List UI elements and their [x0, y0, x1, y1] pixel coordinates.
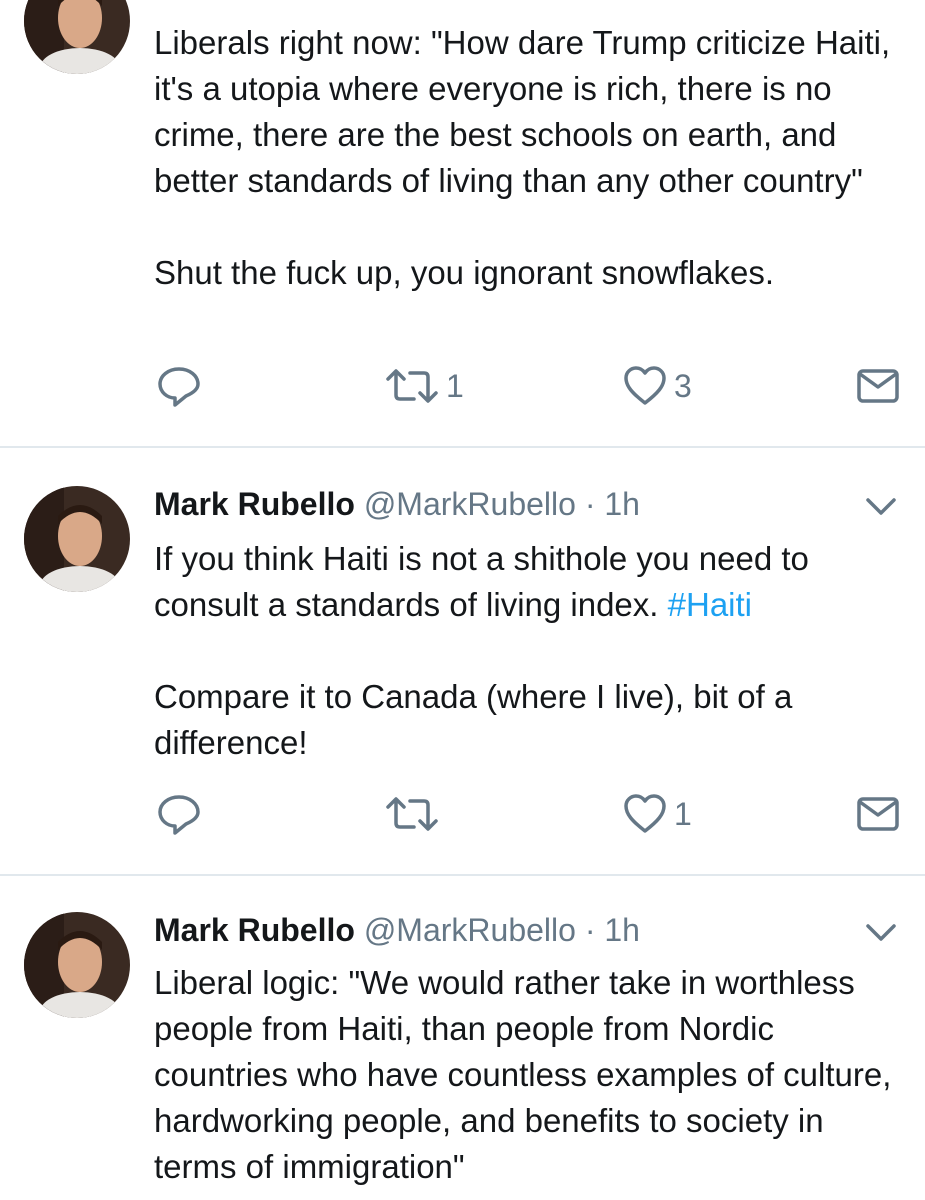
tweet-paragraph: Liberal logic: "We would rather take in … — [154, 964, 892, 1185]
tweet-2[interactable]: Mark Rubello @MarkRubello · 1h If you th… — [0, 448, 925, 876]
display-name[interactable]: Mark Rubello — [154, 486, 355, 522]
tweet-header: Mark Rubello @MarkRubello · 1h — [154, 910, 640, 950]
retweet-icon — [386, 797, 438, 831]
envelope-icon — [857, 797, 899, 831]
like-button[interactable]: 1 — [622, 784, 692, 844]
direct-message-button[interactable] — [856, 356, 900, 416]
like-button[interactable]: 3 — [622, 356, 692, 416]
tweet-actions: 1 — [0, 784, 925, 844]
heart-icon — [624, 794, 666, 833]
tweet-paragraph: Compare it to Canada (where I live), bit… — [154, 678, 793, 761]
tweet-text: Liberal logic: "We would rather take in … — [154, 960, 904, 1190]
separator-dot: · — [584, 912, 596, 948]
display-name[interactable]: Mark Rubello — [154, 912, 355, 948]
tweet-1[interactable]: Liberals right now: "How dare Trump crit… — [0, 0, 925, 448]
user-handle[interactable]: @MarkRubello — [364, 912, 576, 948]
avatar[interactable] — [24, 0, 130, 74]
separator-dot: · — [584, 486, 596, 522]
direct-message-button[interactable] — [856, 784, 900, 844]
hashtag-link[interactable]: #Haiti — [668, 586, 752, 623]
reply-button[interactable] — [156, 356, 202, 416]
reply-icon — [158, 367, 200, 407]
tweet-paragraph: Liberals right now: "How dare Trump crit… — [154, 24, 891, 199]
envelope-icon — [857, 369, 899, 403]
tweet-3[interactable]: Mark Rubello @MarkRubello · 1h Liberal l… — [0, 876, 925, 1200]
timestamp[interactable]: 1h — [604, 912, 640, 948]
like-count: 1 — [674, 795, 692, 832]
chevron-down-icon[interactable] — [863, 488, 899, 524]
like-count: 3 — [674, 367, 692, 404]
tweet-text: Liberals right now: "How dare Trump crit… — [154, 20, 904, 296]
tweet-header: Mark Rubello @MarkRubello · 1h — [154, 484, 640, 524]
retweet-count: 1 — [446, 367, 464, 404]
avatar[interactable] — [24, 486, 130, 592]
timestamp[interactable]: 1h — [604, 486, 640, 522]
user-handle[interactable]: @MarkRubello — [364, 486, 576, 522]
retweet-button[interactable] — [384, 784, 440, 844]
tweet-text: If you think Haiti is not a shithole you… — [154, 536, 904, 766]
avatar[interactable] — [24, 912, 130, 1018]
retweet-button[interactable]: 1 — [384, 356, 464, 416]
tweet-paragraph: If you think Haiti is not a shithole you… — [154, 536, 904, 628]
reply-button[interactable] — [156, 784, 202, 844]
heart-icon — [624, 366, 666, 405]
tweet-actions: 1 3 — [0, 356, 925, 416]
chevron-down-icon[interactable] — [863, 914, 899, 950]
tweet-paragraph: Shut the fuck up, you ignorant snowflake… — [154, 254, 775, 291]
retweet-icon — [386, 369, 438, 403]
reply-icon — [158, 795, 200, 835]
